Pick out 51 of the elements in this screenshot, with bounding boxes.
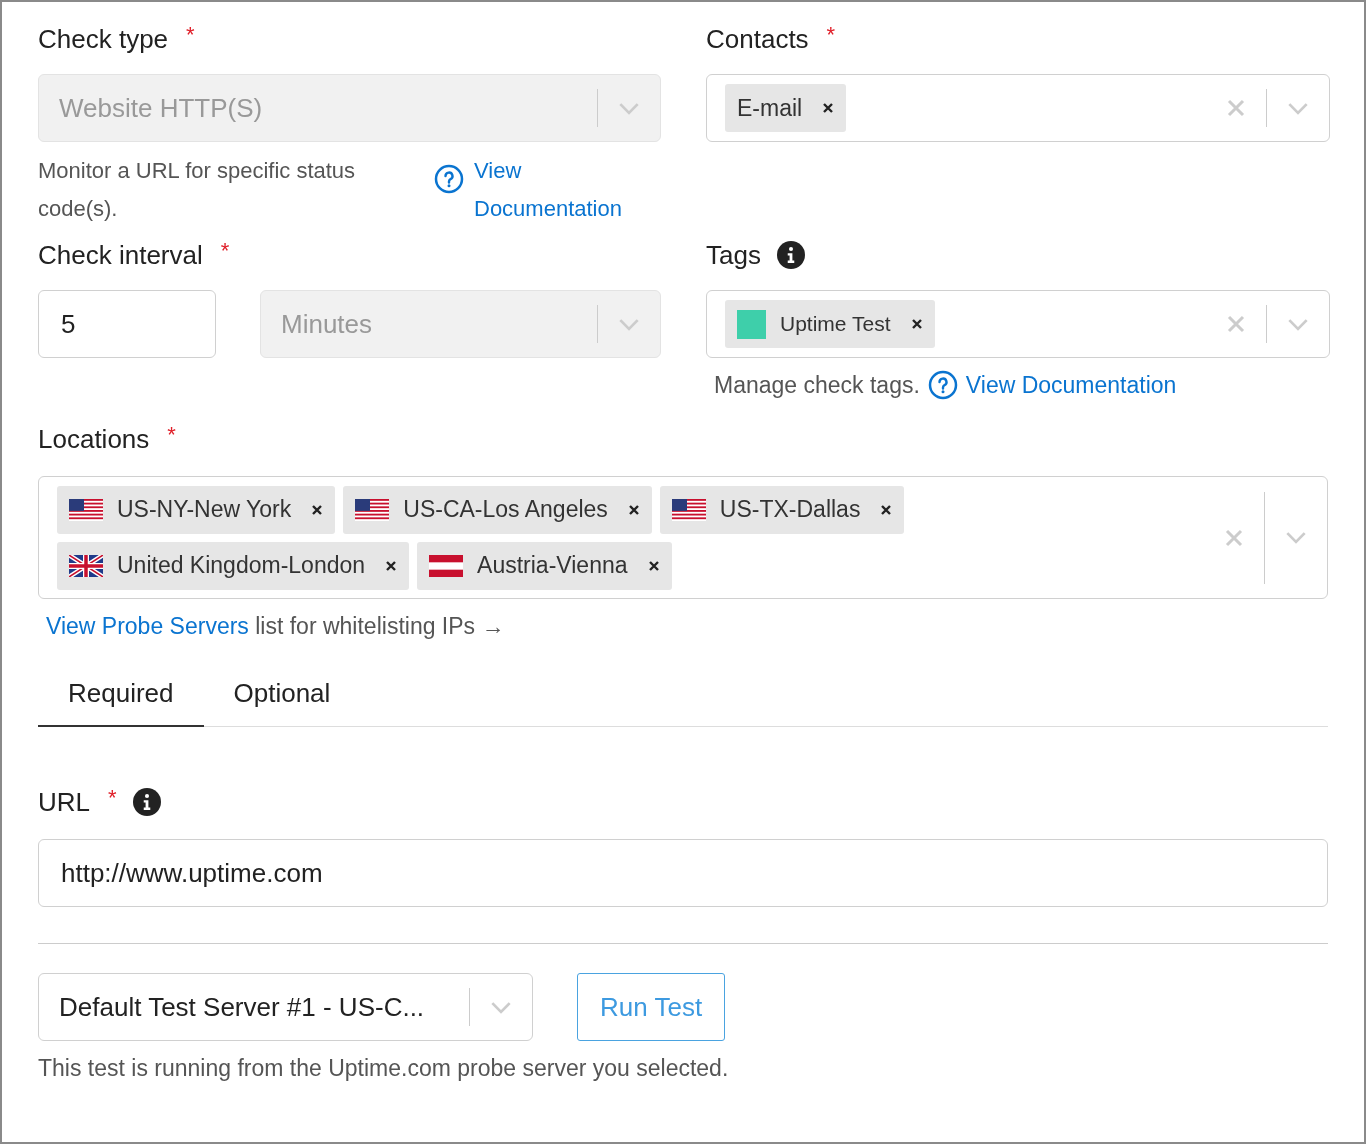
locations-select[interactable]: US-NY-New York US-CA-Los Angeles US-TX-Dallas United Kingdom-London Austria-Vienna [38, 476, 1328, 599]
remove-icon[interactable] [627, 503, 640, 516]
remove-icon[interactable] [880, 503, 893, 516]
chip-label: Uptime Test [780, 312, 891, 336]
info-icon[interactable] [776, 241, 805, 269]
required-mark: * [826, 22, 836, 48]
required-mark: * [220, 238, 230, 264]
remove-icon[interactable] [822, 102, 835, 114]
help-text: Monitor a URL for specific status code(s). [38, 157, 357, 223]
chevron-down-icon [618, 317, 640, 331]
chip-label: US-CA-Los Angeles [403, 496, 608, 523]
help-text: Manage check tags. [714, 371, 920, 399]
field-label: Locations [38, 423, 150, 455]
remove-icon[interactable] [385, 559, 398, 572]
field-label: URL [38, 786, 90, 818]
chip-label: US-NY-New York [117, 496, 292, 523]
tags-select[interactable]: Uptime Test [706, 290, 1330, 358]
probe-servers-note: View Probe Servers list for whitelisting IPs → [46, 613, 506, 640]
field-label: Tags [706, 239, 761, 271]
probe-servers-link[interactable]: View Probe Servers [46, 613, 249, 639]
chip-label: Austria-Vienna [477, 552, 628, 579]
flag-icon [355, 498, 390, 521]
help-icon [927, 370, 958, 400]
flag-icon [671, 498, 706, 521]
remove-icon[interactable] [910, 318, 923, 330]
remove-icon[interactable] [311, 503, 324, 516]
required-mark: * [186, 22, 195, 48]
flag-icon [429, 554, 464, 577]
required-mark: * [108, 785, 117, 811]
tab[interactable]: Optional [203, 664, 361, 727]
chip-label: US-TX-Dallas [719, 496, 861, 523]
info-icon[interactable] [132, 788, 161, 816]
contacts-select[interactable]: E-mail [706, 74, 1330, 142]
field-label: Check interval [38, 239, 203, 271]
required-mark: * [167, 422, 176, 448]
field-label: Contacts [706, 23, 809, 55]
test-note: This test is running from the Uptime.com probe server you selected. [38, 1055, 730, 1082]
chevron-down-icon [618, 101, 640, 115]
chip-label: E-mail [737, 94, 803, 122]
chevron-down-icon [490, 1000, 512, 1014]
flag-icon [69, 498, 103, 521]
chip-label: United Kingdom-London [117, 552, 366, 579]
field-label: Check type [38, 23, 169, 55]
remove-icon[interactable] [647, 559, 660, 572]
tab[interactable]: Required [38, 664, 204, 727]
interval-input[interactable]: 5 [38, 290, 216, 358]
url-input[interactable]: http://www.uptime.com [38, 839, 1328, 907]
flag-icon [69, 554, 103, 577]
documentation-link[interactable]: View Documentation [965, 371, 1177, 399]
test-server-select[interactable]: Default Test Server #1 - US-C... [38, 973, 533, 1041]
help-icon [434, 164, 464, 194]
